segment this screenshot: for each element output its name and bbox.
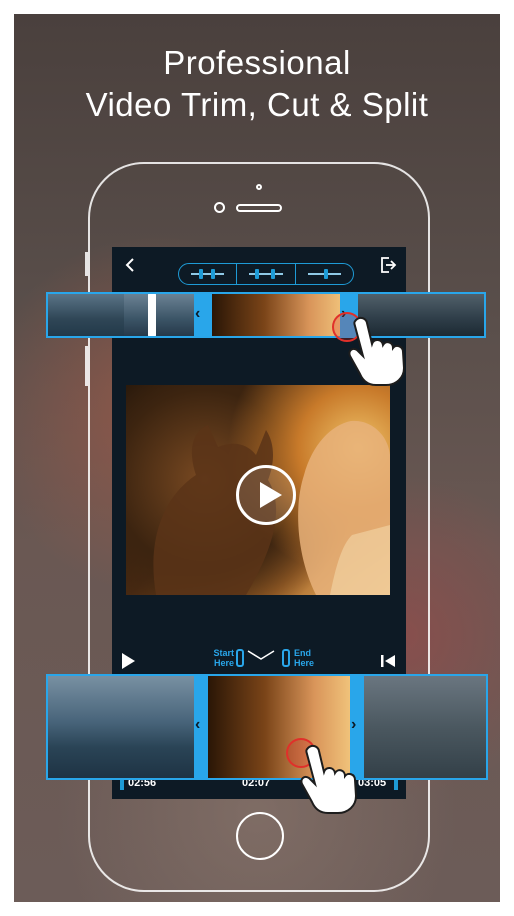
end-marker-icon[interactable] [282, 649, 290, 667]
speaker-grille [236, 204, 282, 212]
film-frame [364, 676, 486, 778]
trim-mode-icon[interactable] [179, 264, 238, 284]
play-button[interactable] [236, 465, 296, 525]
back-icon[interactable] [120, 255, 140, 275]
playhead[interactable] [148, 294, 156, 336]
split-mode-icon[interactable] [296, 264, 353, 284]
app-store-banner: Professional Video Trim, Cut & Split Sta… [14, 14, 500, 902]
timeline-filmstrip-top[interactable]: ‹ › [46, 292, 486, 338]
chevron-down-icon [247, 650, 275, 660]
play-icon [260, 482, 282, 508]
volume-down-button [85, 346, 88, 386]
split-start-handle[interactable]: ‹ [194, 676, 208, 778]
sensor-icon [256, 184, 262, 190]
headline-subtitle: Video Trim, Cut & Split [85, 86, 429, 123]
film-frame [124, 294, 194, 336]
timeline-filmstrip-bottom[interactable]: ‹ › [46, 674, 488, 780]
film-frame-selected [212, 294, 342, 336]
trim-start-handle[interactable]: ‹ [194, 294, 212, 336]
playback-controls: Start Here End Here [112, 645, 406, 675]
video-preview[interactable] [126, 385, 390, 595]
edit-mode-toggle [178, 263, 354, 285]
start-marker-label: Start Here [213, 648, 234, 668]
hand-pointer-icon [348, 316, 406, 386]
end-marker-label: End Here [294, 648, 315, 668]
skip-to-start-icon[interactable] [380, 653, 396, 669]
cut-mode-icon[interactable] [237, 264, 296, 284]
start-marker-icon[interactable] [236, 649, 244, 667]
film-frame [48, 294, 124, 336]
play-icon[interactable] [122, 653, 135, 669]
editor-toolbar [112, 247, 406, 285]
film-frame [48, 676, 194, 778]
home-button[interactable] [236, 812, 284, 860]
export-icon[interactable] [378, 255, 398, 275]
mute-switch [85, 252, 88, 276]
headline-title: Professional [163, 44, 351, 81]
camera-icon [214, 202, 225, 213]
hand-pointer-icon [300, 744, 358, 814]
